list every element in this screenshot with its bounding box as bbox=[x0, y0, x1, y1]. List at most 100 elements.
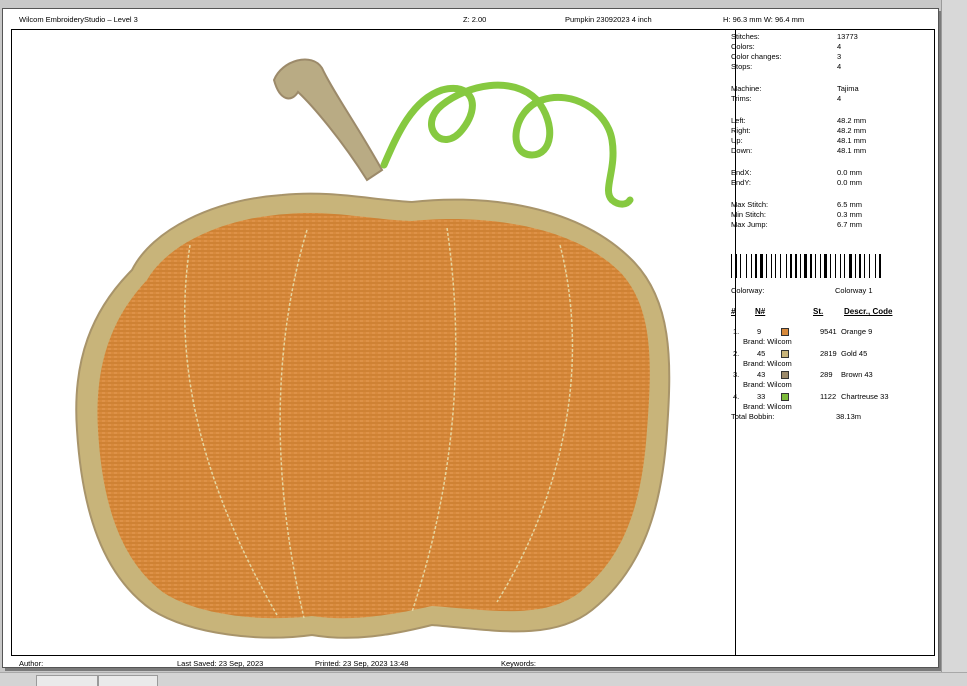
barcode-bar bbox=[864, 254, 865, 278]
stat-label: EndY: bbox=[731, 178, 752, 187]
design-canvas bbox=[75, 58, 671, 639]
thread-color-swatch bbox=[781, 349, 789, 358]
barcode-bar bbox=[875, 254, 876, 278]
barcode-bar bbox=[780, 254, 781, 278]
stat-value: 48.2 mm bbox=[837, 116, 867, 125]
vine-curl bbox=[380, 81, 634, 208]
thread-stitches: 9541 bbox=[820, 327, 837, 336]
stat-label: Stitches: bbox=[731, 32, 760, 41]
thread-brand: Brand: Wilcom bbox=[743, 358, 792, 368]
colorway-value: Colorway 1 bbox=[835, 286, 873, 295]
thread-index: 1. bbox=[733, 327, 740, 336]
barcode-bar bbox=[795, 254, 797, 278]
stat-label: Trims: bbox=[731, 94, 752, 103]
zoom-level: Z: 2.00 bbox=[463, 15, 487, 24]
barcode-bar bbox=[775, 254, 776, 278]
stat-label: Machine: bbox=[731, 84, 762, 93]
stat-value: 0.0 mm bbox=[837, 178, 863, 187]
barcode-bar bbox=[731, 254, 732, 278]
stat-label: Up: bbox=[731, 136, 743, 145]
stat-value: 48.1 mm bbox=[837, 146, 867, 155]
thread-needle: 9 bbox=[757, 327, 762, 336]
barcode-bar bbox=[746, 254, 747, 278]
total-bobbin-label: Total Bobbin: bbox=[731, 412, 775, 421]
design-name: Pumpkin 23092023 4 inch bbox=[565, 15, 652, 24]
stat-value: 6.7 mm bbox=[837, 220, 863, 229]
barcode-bar bbox=[755, 254, 757, 278]
stat-label: Max Jump: bbox=[731, 220, 768, 229]
sheet-tab[interactable] bbox=[36, 675, 98, 686]
col-header-descr: Descr., Code bbox=[844, 307, 893, 316]
barcode-bar bbox=[824, 254, 827, 278]
stat-value: Tajima bbox=[837, 84, 859, 93]
barcode-bar bbox=[820, 254, 821, 278]
thread-needle: 45 bbox=[757, 348, 766, 358]
stat-value: 4 bbox=[837, 62, 842, 71]
thread-index: 3. bbox=[733, 370, 740, 379]
thread-stitches: 2819 bbox=[820, 348, 837, 358]
stat-value: 48.1 mm bbox=[837, 136, 867, 145]
thread-description: Brown 43 bbox=[841, 370, 873, 379]
sheet-tab[interactable] bbox=[98, 675, 158, 686]
footer-keywords: Keywords: bbox=[501, 659, 537, 668]
stat-label: EndX: bbox=[731, 168, 752, 177]
stat-label: Right: bbox=[731, 126, 751, 135]
thread-color-swatch bbox=[781, 371, 789, 379]
barcode-bar bbox=[869, 254, 870, 278]
barcode-bar bbox=[830, 254, 831, 278]
thread-index: 2. bbox=[733, 348, 740, 358]
stat-value: 0.3 mm bbox=[837, 210, 863, 219]
thread-color-swatch bbox=[781, 328, 789, 336]
barcode-bar bbox=[790, 254, 792, 278]
barcode-bar bbox=[840, 254, 841, 278]
footer-last-saved: Last Saved: 23 Sep, 2023 bbox=[177, 659, 264, 668]
footer-author: Author: bbox=[19, 659, 44, 668]
stem-shape bbox=[272, 58, 384, 182]
thread-description: Orange 9 bbox=[841, 327, 873, 336]
barcode-bar bbox=[735, 254, 737, 278]
stat-value: 6.5 mm bbox=[837, 200, 863, 209]
worksheet-frame bbox=[11, 29, 935, 656]
bottom-tab-strip bbox=[0, 672, 967, 686]
stat-label: Colors: bbox=[731, 42, 755, 51]
thread-needle: 43 bbox=[757, 370, 766, 379]
stat-value: 0.0 mm bbox=[837, 168, 863, 177]
barcode bbox=[731, 254, 881, 278]
barcode-bar bbox=[800, 254, 801, 278]
thread-stitches: 1122 bbox=[820, 391, 837, 401]
thread-needle: 33 bbox=[757, 391, 766, 401]
stat-label: Min Stitch: bbox=[731, 210, 767, 219]
stat-label: Max Stitch: bbox=[731, 200, 769, 209]
thread-index: 4. bbox=[733, 391, 740, 401]
barcode-bar bbox=[751, 254, 752, 278]
barcode-bar bbox=[804, 254, 807, 278]
app-title: Wilcom EmbroideryStudio – Level 3 bbox=[19, 15, 138, 24]
thread-brand: Brand: Wilcom bbox=[743, 401, 792, 411]
thread-color-swatch bbox=[781, 392, 789, 401]
stat-value: 48.2 mm bbox=[837, 126, 867, 135]
stat-label: Color changes: bbox=[731, 52, 782, 61]
design-dimensions: H: 96.3 mm W: 96.4 mm bbox=[723, 15, 805, 24]
col-header-num: # bbox=[731, 307, 736, 316]
stat-value: 3 bbox=[837, 52, 842, 61]
print-preview-sheet: Wilcom EmbroideryStudio – Level 3 Z: 2.0… bbox=[2, 8, 939, 668]
vertical-scrollbar[interactable] bbox=[941, 0, 967, 685]
total-bobbin-value: 38.13m bbox=[836, 412, 862, 421]
thread-brand: Brand: Wilcom bbox=[743, 380, 792, 389]
stat-label: Down: bbox=[731, 146, 753, 155]
col-header-stitches: St. bbox=[813, 307, 824, 316]
barcode-bar bbox=[835, 254, 836, 278]
col-header-needle: N# bbox=[755, 307, 766, 316]
barcode-bar bbox=[766, 254, 767, 278]
thread-description: Chartreuse 33 bbox=[841, 391, 889, 401]
thread-stitches: 289 bbox=[820, 370, 833, 379]
barcode-bar bbox=[771, 254, 772, 278]
stat-label: Left: bbox=[731, 116, 746, 125]
stat-value: 4 bbox=[837, 42, 842, 51]
stat-value: 4 bbox=[837, 94, 842, 103]
colorway-label: Colorway: bbox=[731, 286, 765, 295]
barcode-bar bbox=[810, 254, 812, 278]
barcode-bar bbox=[879, 254, 881, 278]
barcode-bar bbox=[859, 254, 861, 278]
barcode-bar bbox=[855, 254, 856, 278]
